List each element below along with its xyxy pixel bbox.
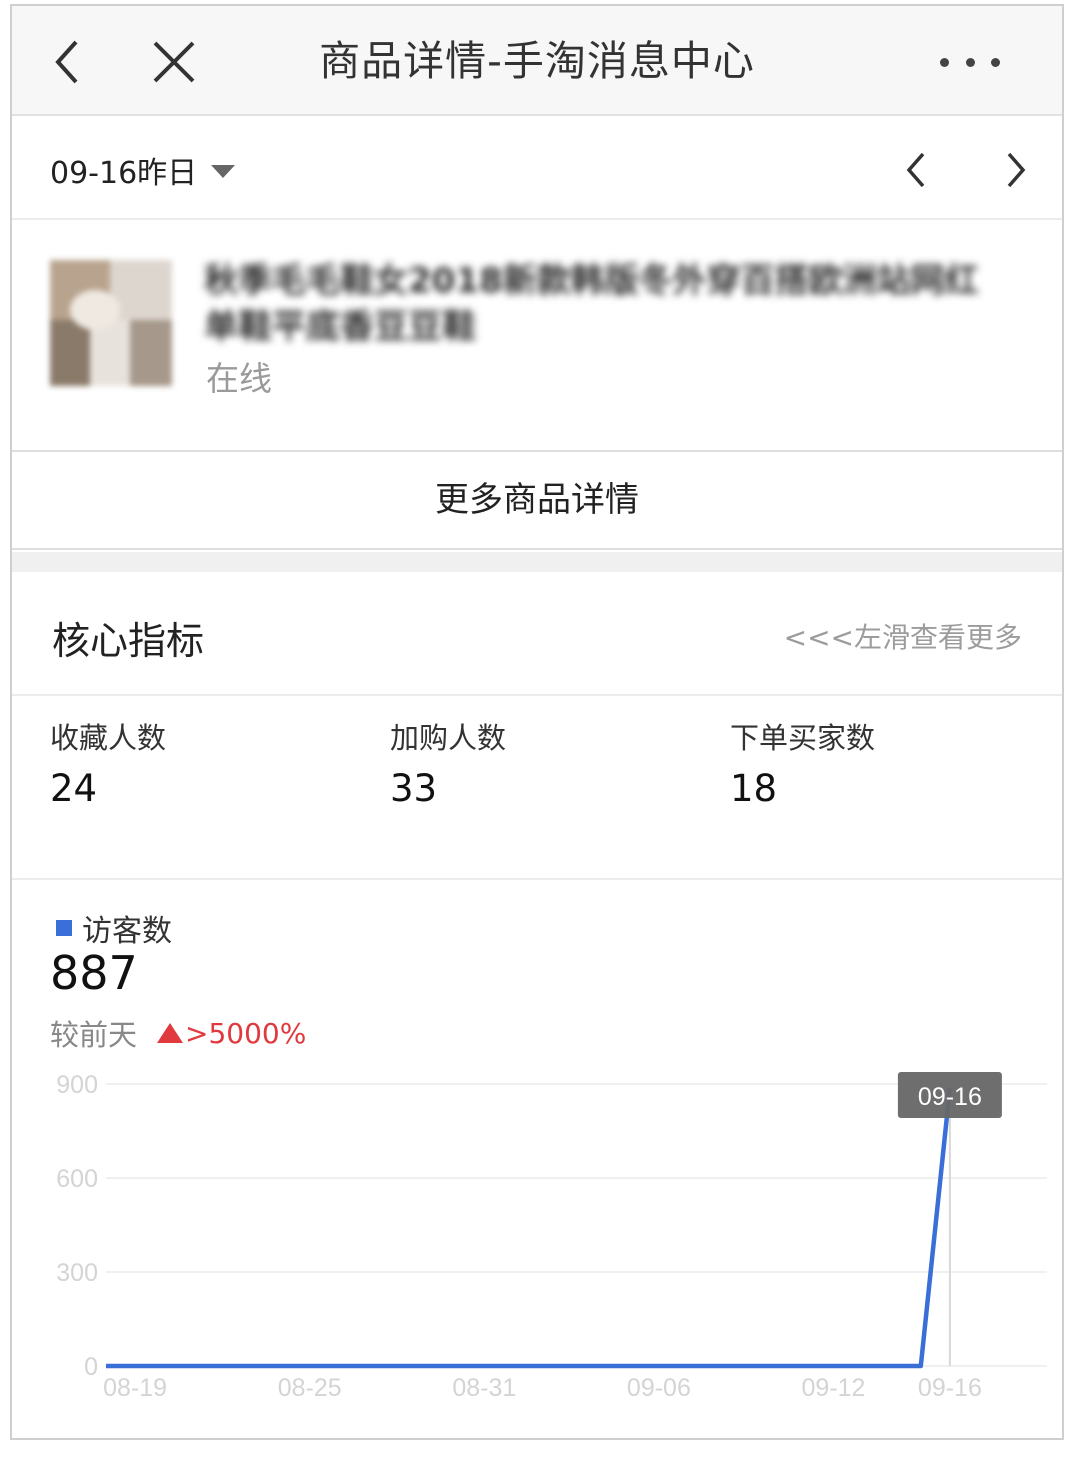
app-frame: 商品详情-手淘消息中心 09-16昨日 秋季毛毛鞋女2018新款韩版冬外穿百搭欧… bbox=[10, 4, 1064, 1440]
product-title[interactable]: 秋季毛毛鞋女2018新款韩版冬外穿百搭欧洲站网红单鞋平底香豆豆鞋 bbox=[204, 258, 1004, 350]
more-dot bbox=[965, 57, 975, 67]
navigation-bar: 商品详情-手淘消息中心 bbox=[12, 6, 1062, 116]
date-dropdown[interactable]: 09-16昨日 bbox=[50, 148, 236, 192]
back-button[interactable] bbox=[40, 34, 96, 90]
y-tick-label: 0 bbox=[84, 1353, 98, 1381]
more-button[interactable] bbox=[940, 44, 1000, 80]
date-label: 09-16昨日 bbox=[50, 156, 198, 191]
next-date-button[interactable] bbox=[990, 142, 1042, 198]
x-tick-label: 09-16 bbox=[918, 1374, 982, 1402]
core-metrics-title: 核心指标 bbox=[52, 619, 205, 663]
visitors-series-line bbox=[106, 1087, 953, 1369]
caret-down-icon bbox=[211, 164, 236, 178]
chevron-left-icon bbox=[55, 40, 78, 84]
thumb-block bbox=[130, 320, 172, 386]
metric-value: 33 bbox=[390, 767, 438, 810]
section-divider bbox=[12, 552, 1062, 572]
visitors-chart[interactable]: 900 600 300 008-19 08-25 08-31 09-06 09-12 09-16… bbox=[12, 882, 1062, 1440]
swipe-hint[interactable]: <<<左滑查看更多 bbox=[784, 616, 1022, 656]
x-tick-label: 09-12 bbox=[802, 1374, 866, 1402]
metric-buyers[interactable]: 下单买家数 18 bbox=[730, 720, 875, 810]
close-icon bbox=[153, 41, 195, 83]
metric-value: 18 bbox=[730, 767, 778, 810]
metric-favorites[interactable]: 收藏人数 24 bbox=[50, 720, 166, 810]
core-metrics-header: 核心指标 <<<左滑查看更多 bbox=[12, 572, 1062, 696]
product-status: 在线 bbox=[206, 359, 272, 398]
metric-label: 下单买家数 bbox=[730, 721, 876, 755]
metrics-row: 收藏人数 24 加购人数 33 下单买家数 18 bbox=[12, 698, 1062, 880]
more-dot bbox=[991, 57, 1000, 67]
y-tick-label: 300 bbox=[56, 1259, 98, 1287]
metric-label: 加购人数 bbox=[390, 721, 507, 755]
previous-date-button[interactable] bbox=[890, 142, 942, 198]
y-tick-label: 900 bbox=[56, 1071, 98, 1099]
page-title: 商品详情-手淘消息中心 bbox=[319, 37, 755, 85]
product-thumbnail[interactable] bbox=[50, 260, 172, 386]
metric-label: 收藏人数 bbox=[50, 721, 167, 755]
more-dots-icon bbox=[940, 57, 949, 67]
x-tick-label: 09-06 bbox=[627, 1374, 691, 1402]
chevron-right-icon bbox=[1007, 152, 1026, 188]
x-tick-label: 08-19 bbox=[103, 1374, 167, 1402]
thumb-block bbox=[70, 290, 120, 330]
tooltip-label: 09-16 bbox=[918, 1083, 982, 1111]
y-tick-label: 600 bbox=[56, 1165, 98, 1193]
chevron-left-icon bbox=[906, 152, 925, 188]
metric-value: 24 bbox=[50, 767, 98, 810]
more-details-button[interactable]: 更多商品详情 bbox=[12, 450, 1062, 550]
product-card: 秋季毛毛鞋女2018新款韩版冬外穿百搭欧洲站网红单鞋平底香豆豆鞋 在线 bbox=[12, 222, 1062, 450]
x-tick-label: 08-31 bbox=[452, 1374, 516, 1402]
metric-add-to-cart[interactable]: 加购人数 33 bbox=[390, 720, 506, 810]
x-tick-label: 08-25 bbox=[278, 1374, 342, 1402]
thumb-block bbox=[50, 320, 90, 386]
date-bar: 09-16昨日 bbox=[12, 118, 1062, 220]
